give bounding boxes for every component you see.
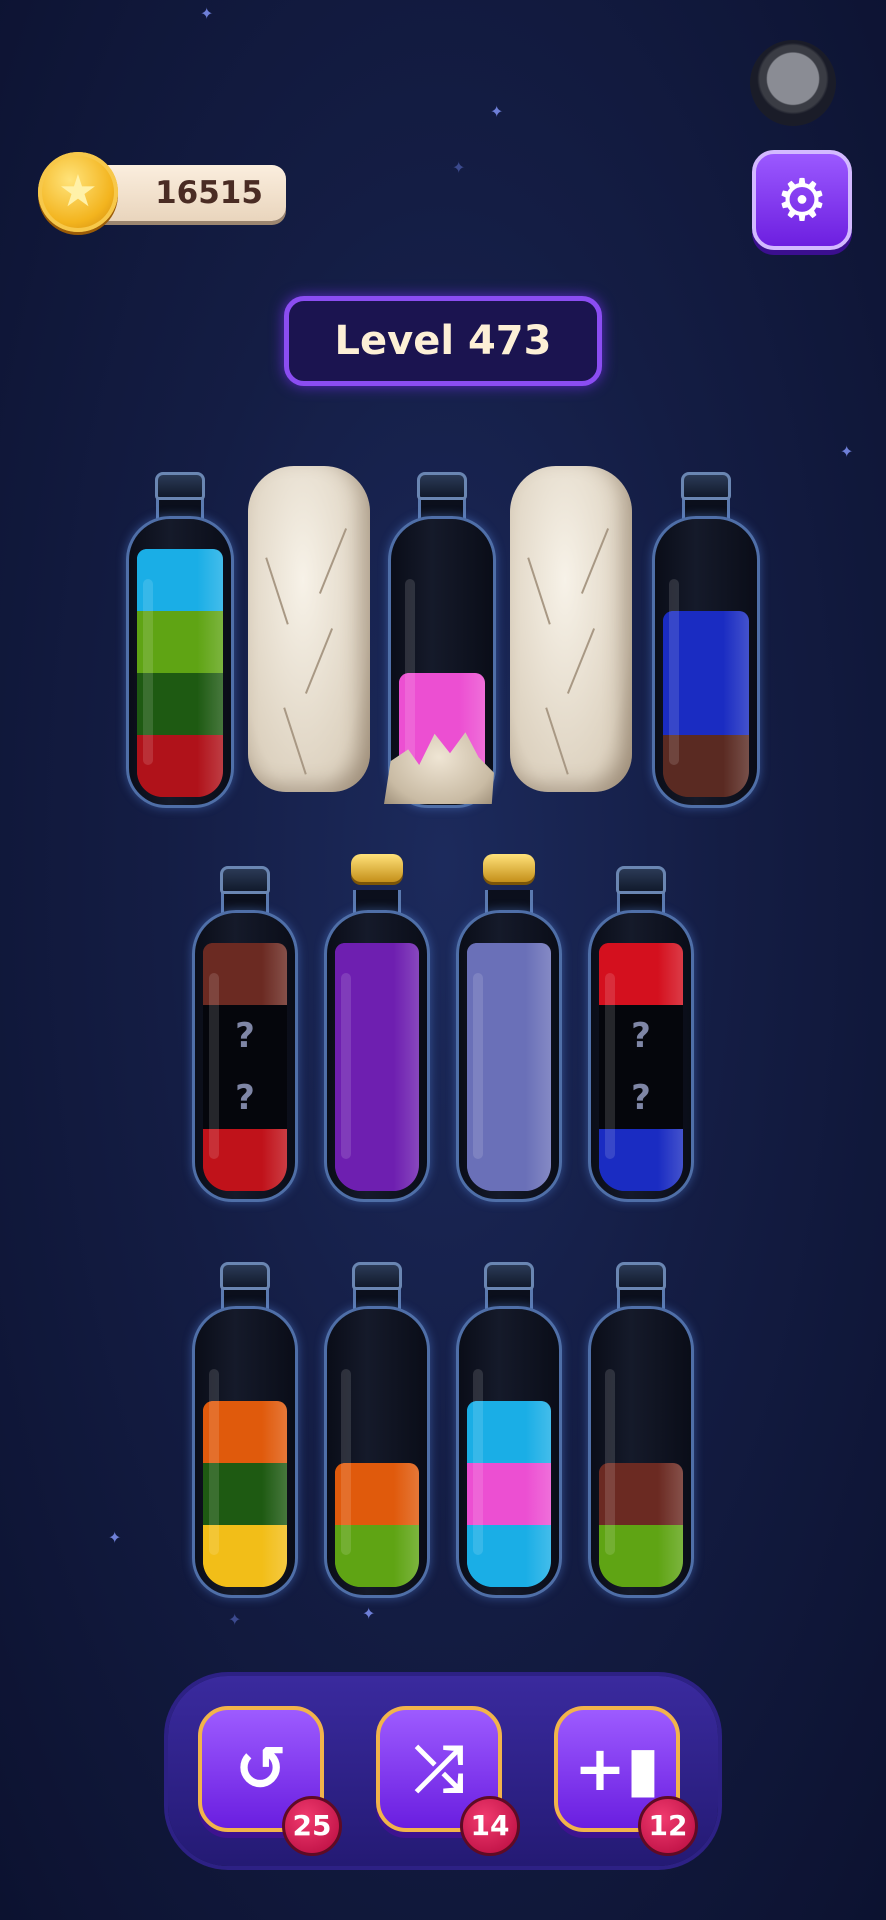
tube-body: ??: [192, 910, 298, 1202]
cork-stopper: [483, 854, 535, 882]
stone-crack: [283, 707, 307, 775]
stone-crack: [545, 707, 569, 775]
stone-crack: [580, 528, 610, 594]
glass-shine: [341, 973, 351, 1159]
stone-crack: [318, 528, 348, 594]
stone-crack: [304, 628, 334, 694]
tube-cap: [616, 1262, 666, 1290]
tube-body: ??: [588, 910, 694, 1202]
coin-balance: 16515: [155, 175, 263, 211]
tube-body: [456, 910, 562, 1202]
tube-body: [652, 516, 760, 808]
tube-cap: [484, 1262, 534, 1290]
tube-cap: [220, 866, 270, 894]
glass-shine: [669, 579, 679, 765]
liquid-tube[interactable]: ??: [192, 866, 298, 1202]
powerup-count-badge: 25: [282, 1796, 342, 1856]
stone-crack: [265, 557, 289, 625]
stone-crack: [527, 557, 551, 625]
tube-cap: [352, 1262, 402, 1290]
star-decoration: ✦: [490, 102, 504, 121]
star-decoration: ✦: [200, 4, 214, 23]
star-decoration: ✦: [840, 442, 854, 461]
glass-shine: [473, 973, 483, 1159]
glass-shine: [209, 1369, 219, 1555]
tube-cap: [616, 866, 666, 894]
star-decoration: ✦: [452, 158, 466, 177]
star-coin-icon: ★: [38, 152, 118, 232]
tube-body: [588, 1306, 694, 1598]
liquid-tube[interactable]: [588, 1262, 694, 1598]
liquid-tube[interactable]: [324, 1262, 430, 1598]
liquid-tube[interactable]: [126, 472, 234, 808]
tube-cap: [155, 472, 205, 500]
tube-cap: [417, 472, 467, 500]
glass-shine: [143, 579, 153, 765]
tube-body: [324, 910, 430, 1202]
glass-shine: [605, 1369, 615, 1555]
powerup-count-badge: 14: [460, 1796, 520, 1856]
star-decoration: ✦: [362, 1604, 376, 1623]
liquid-tube[interactable]: [456, 854, 562, 1202]
tube-body: [126, 516, 234, 808]
liquid-tube[interactable]: [652, 472, 760, 808]
liquid-tube[interactable]: ??: [588, 866, 694, 1202]
tube-body: [192, 1306, 298, 1598]
stone-crack: [566, 628, 596, 694]
glass-shine: [209, 973, 219, 1159]
cork-stopper: [351, 854, 403, 882]
liquid-tube[interactable]: [384, 472, 496, 808]
stone-tube: [510, 466, 632, 792]
stone-tube: [248, 466, 370, 792]
assistive-touch-button[interactable]: [750, 40, 836, 126]
tube-body: [456, 1306, 562, 1598]
tube-cap: [681, 472, 731, 500]
star-decoration: ✦: [108, 1528, 122, 1547]
glass-shine: [405, 579, 415, 765]
glass-shine: [473, 1369, 483, 1555]
star-decoration: ✦: [228, 1610, 242, 1629]
settings-button[interactable]: ⚙: [752, 150, 852, 250]
gear-icon: ⚙: [776, 166, 828, 234]
liquid-tube[interactable]: [324, 854, 430, 1202]
level-banner: Level 473: [284, 296, 602, 386]
level-title: Level 473: [334, 318, 552, 364]
tube-cap: [220, 1262, 270, 1290]
glass-shine: [341, 1369, 351, 1555]
glass-shine: [605, 973, 615, 1159]
powerup-count-badge: 12: [638, 1796, 698, 1856]
liquid-tube[interactable]: [192, 1262, 298, 1598]
tube-body: [324, 1306, 430, 1598]
liquid-tube[interactable]: [456, 1262, 562, 1598]
